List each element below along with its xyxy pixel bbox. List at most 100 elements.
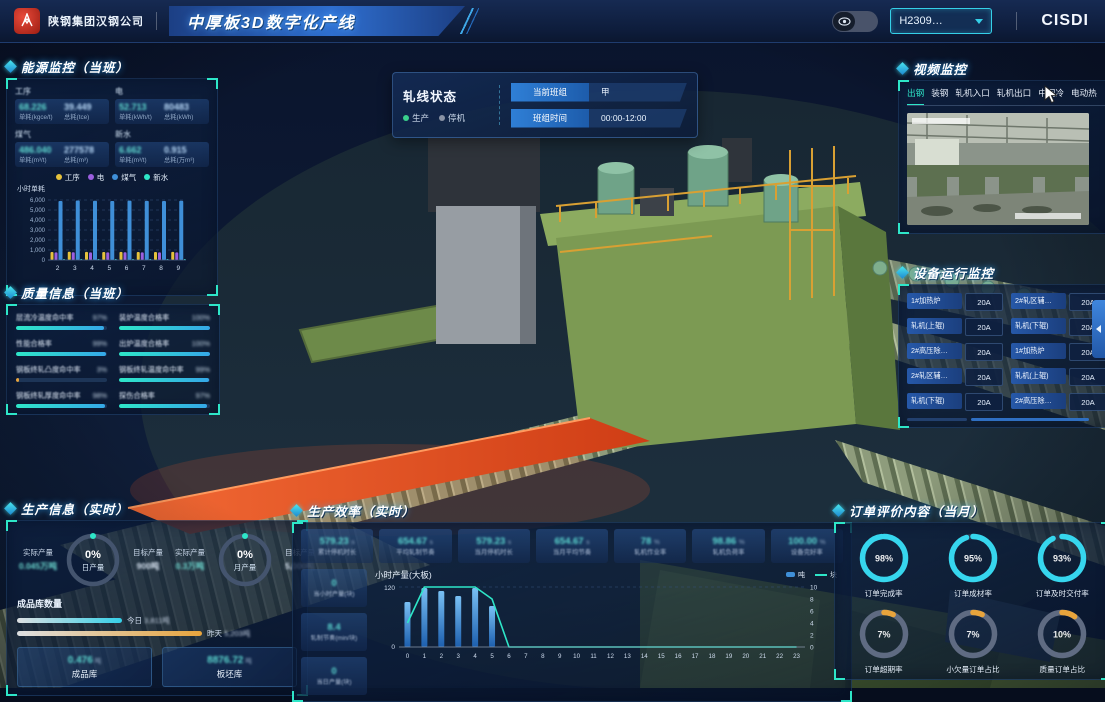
company-name: 陕钢集团汉钢公司 (48, 13, 144, 29)
svg-text:8: 8 (810, 597, 814, 604)
status-row-label: 班组时间 (511, 109, 589, 128)
quality-percent: 100% (192, 339, 210, 349)
equipment-row[interactable]: 2#高压除… 20A (1011, 393, 1105, 411)
stock-box-label: 板坯库 (217, 668, 243, 680)
equipment-scrollbar[interactable] (907, 418, 1105, 421)
stock-box: 0.476吨 成品库 (17, 647, 152, 687)
video-tab-轧机出口[interactable]: 轧机出口 (997, 87, 1031, 101)
hourly-output-chart: 1200108642001234567891011121314151617181… (373, 581, 843, 682)
quality-item: 探伤合格率 97% (119, 391, 210, 408)
status-row-label: 当前班组 (511, 83, 589, 102)
energy-value: 277578 (64, 145, 105, 155)
efficiency-card: 100.00 % 设备完好率 (771, 529, 843, 563)
equipment-row[interactable]: 轧机(上辊) 20A (1011, 368, 1105, 386)
equipment-row[interactable]: 1#加热炉 20A (1011, 343, 1105, 361)
svg-text:6: 6 (507, 653, 511, 660)
efficiency-panel-title-text: 生产效率（实时） (307, 501, 415, 520)
svg-text:10%: 10% (1053, 630, 1071, 640)
legend-dot-icon (88, 174, 94, 180)
video-tab-轧机入口[interactable]: 轧机入口 (955, 87, 989, 101)
card-label: 累计停机时长 (318, 547, 356, 556)
video-tab-装钢[interactable]: 装钢 (931, 87, 948, 101)
svg-text:18: 18 (709, 653, 716, 660)
efficiency-card: 78 % 轧机作业率 (614, 529, 686, 563)
line-select-dropdown[interactable]: H2309… (890, 8, 992, 34)
svg-text:4,000: 4,000 (30, 218, 46, 224)
equipment-label: 2#轧区辅… (907, 368, 962, 384)
orders-panel-title: 订单评价内容（当月） (834, 500, 1105, 520)
svg-text:8: 8 (159, 265, 163, 272)
divider (499, 85, 501, 125)
video-tabs: 出钢装钢轧机入口轧机出口中间冷电动热 (907, 87, 1105, 106)
equipment-row[interactable]: 2#轧区辅… 20A (907, 368, 1003, 386)
video-panel: 出钢装钢轧机入口轧机出口中间冷电动热 (898, 80, 1105, 234)
page-title: 中厚板3D数字化产线 (187, 9, 355, 33)
visibility-toggle[interactable] (832, 11, 878, 32)
energy-value: 52.713 (119, 102, 160, 112)
scrollbar-thumb[interactable] (971, 418, 1089, 421)
svg-text:10: 10 (573, 653, 580, 660)
equipment-label: 1#加热炉 (1011, 343, 1066, 359)
svg-text:15: 15 (658, 653, 665, 660)
line-select-value: H2309… (899, 15, 942, 27)
production-panel: 实际产量 0.045万吨 0% 日产量 目标产量 900吨 实际产量 0.3万吨… (6, 520, 308, 696)
equipment-row[interactable]: 轧机(下辊) 20A (907, 393, 1003, 411)
panel-collapse-handle[interactable] (1092, 300, 1105, 358)
svg-text:21: 21 (759, 653, 766, 660)
energy-groups: 工序 68.226 单耗(kgce/t) 39.449 总耗(tce) 电 52… (15, 85, 209, 167)
equipment-row[interactable]: 轧机(下辊) 20A (1011, 318, 1105, 336)
svg-text:2: 2 (440, 653, 444, 660)
video-tab-出钢[interactable]: 出钢 (907, 87, 924, 101)
energy-value-label: 单耗(m³/t) (119, 155, 160, 164)
video-tab-电动热[interactable]: 电动热 (1071, 87, 1097, 101)
quality-bar (16, 404, 107, 408)
svg-text:9: 9 (176, 265, 180, 272)
video-panel-title-text: 视频监控 (913, 59, 967, 78)
diamond-icon (290, 504, 303, 517)
actual-label: 实际产量 (17, 547, 59, 558)
stock-box-label: 成品库 (72, 668, 98, 680)
equipment-label: 轧机(上辊) (907, 318, 962, 334)
quality-item: 装炉温度合格率 100% (119, 313, 210, 330)
equipment-row[interactable]: 2#轧区辅… 20A (1011, 293, 1105, 311)
legend-dot-icon (56, 174, 62, 180)
quality-item: 钢板终轧厚度命中率 98% (16, 391, 107, 408)
equipment-label: 轧机(下辊) (1011, 318, 1066, 334)
card-value: 654.67 s (398, 536, 433, 547)
svg-text:1,000: 1,000 (30, 248, 46, 254)
quality-bar (119, 352, 210, 356)
cctv-video-frame[interactable] (907, 113, 1089, 225)
svg-text:17: 17 (692, 653, 699, 660)
efficiency-side-box: 0 当日产量(块) (301, 657, 367, 695)
equipment-row[interactable]: 轧机(上辊) 20A (907, 318, 1003, 336)
quality-bar (119, 326, 210, 330)
efficiency-side-box: 8.4 轧制节奏(min/块) (301, 613, 367, 651)
quality-percent: 100% (192, 313, 210, 323)
energy-value: 80483 (164, 102, 205, 112)
card-value: 654.67 s (555, 536, 590, 547)
ring-gauge: 0% 月产量 (215, 527, 275, 591)
svg-text:4: 4 (90, 265, 94, 272)
video-tab-中间冷[interactable]: 中间冷 (1038, 87, 1064, 101)
svg-text:0: 0 (391, 644, 395, 651)
production-panel-title: 生产信息（实时） (6, 498, 308, 518)
svg-text:2: 2 (810, 633, 814, 640)
energy-value-label: 总耗(万m³) (164, 155, 205, 164)
equipment-row[interactable]: 2#高压除… 20A (907, 343, 1003, 361)
stock-bar (17, 618, 122, 623)
equipment-value: 20A (965, 293, 1003, 311)
app-title-banner: 中厚板3D数字化产线 (169, 6, 465, 36)
diamond-icon (896, 266, 909, 279)
quality-bar (119, 378, 210, 382)
equipment-row[interactable]: 1#加热炉 20A (907, 293, 1003, 311)
order-donut: 98% 订单完成率 (857, 531, 911, 599)
diamond-icon (832, 504, 845, 517)
stock-bar-label: 昨天 5,203吨 (207, 628, 250, 639)
svg-text:13: 13 (624, 653, 631, 660)
efficiency-card: 579.23 s 当月停机时长 (458, 529, 530, 563)
order-donut: 7% 小欠量订单占比 (946, 607, 1000, 675)
equipment-value: 20A (965, 393, 1003, 411)
diamond-icon (896, 62, 909, 75)
svg-text:4: 4 (473, 653, 477, 660)
energy-value-label: 单耗(kWh/t) (119, 112, 160, 121)
